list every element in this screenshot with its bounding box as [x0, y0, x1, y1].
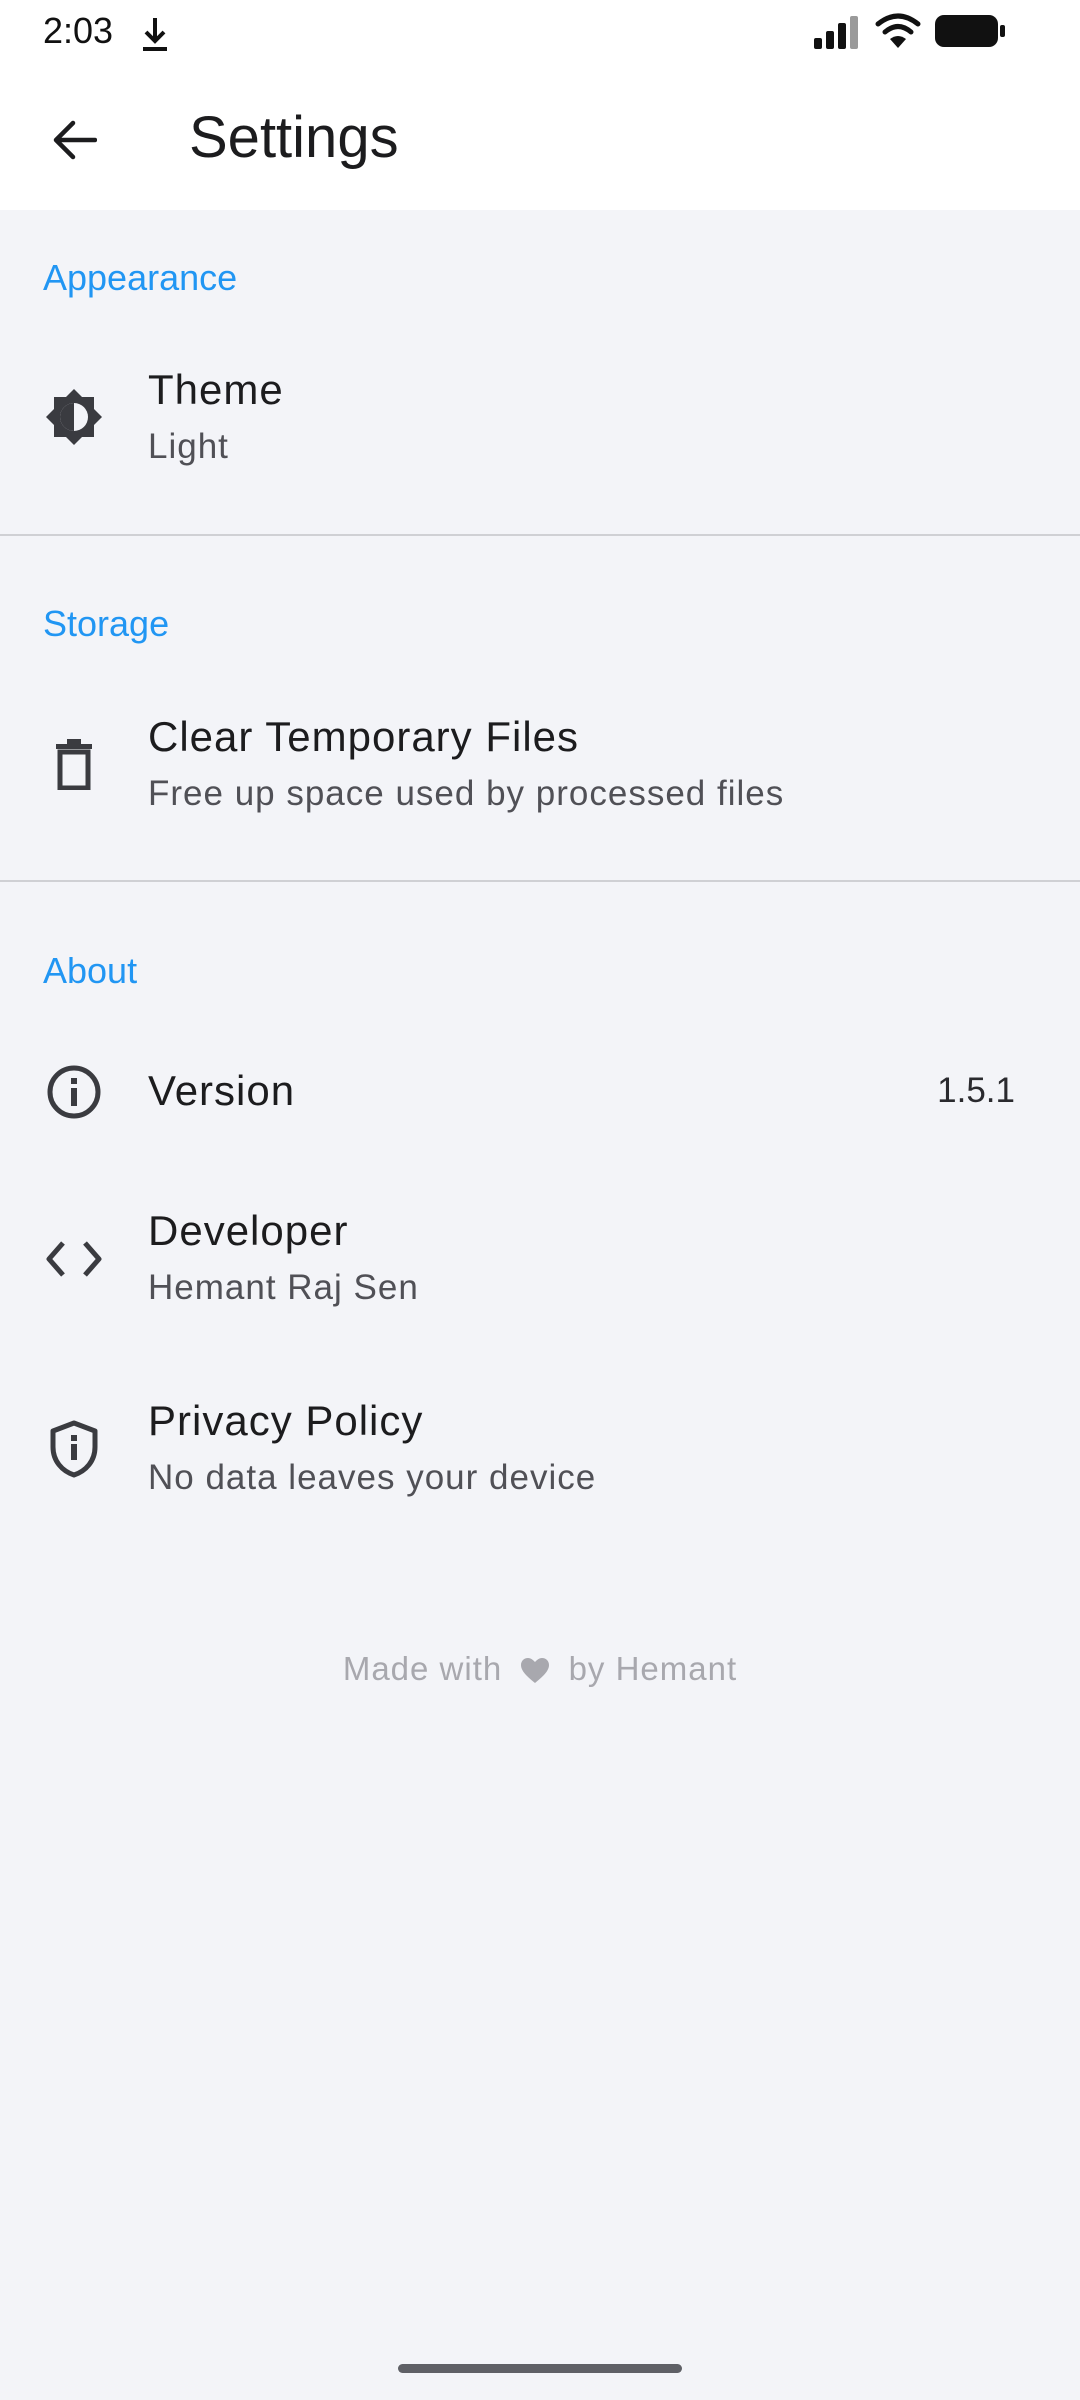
heart-icon [521, 1658, 550, 1684]
developer-title: Developer [148, 1207, 349, 1254]
developer-subtitle: Hemant Raj Sen [148, 1268, 419, 1307]
theme-subtitle: Light [148, 427, 229, 466]
footer-prefix: Made with [342, 1650, 503, 1687]
settings-item-theme[interactable]: Theme Light [0, 350, 1080, 490]
footer-credit: Made with by Hemant [0, 1650, 1080, 1688]
privacy-policy-title: Privacy Policy [148, 1397, 424, 1444]
status-bar: 2:03 [0, 0, 1080, 66]
download-icon [143, 18, 167, 51]
battery-icon [935, 15, 1005, 47]
settings-item-developer[interactable]: Developer Hemant Raj Sen [0, 1190, 1080, 1330]
version-title: Version [148, 1067, 296, 1114]
divider [0, 534, 1080, 536]
arrow-back-icon [53, 120, 97, 160]
version-value: 1.5.1 [937, 1071, 1015, 1110]
settings-item-version[interactable]: Version 1.5.1 [0, 1030, 1080, 1154]
info-icon [43, 1061, 105, 1123]
app-bar: Settings [0, 66, 1080, 210]
section-header-about: About [43, 950, 138, 991]
code-icon [43, 1228, 105, 1290]
theme-title: Theme [148, 366, 284, 413]
section-header-appearance: Appearance [43, 257, 238, 298]
wifi-icon [875, 13, 921, 48]
clear-temp-files-title: Clear Temporary Files [148, 713, 580, 760]
shield-icon [43, 1418, 105, 1480]
back-button[interactable] [36, 102, 112, 178]
divider [0, 880, 1080, 882]
home-indicator[interactable] [398, 2364, 682, 2373]
signal-icon [814, 16, 858, 49]
trash-icon [43, 733, 105, 795]
brightness-icon [43, 386, 105, 448]
page-title: Settings [189, 105, 399, 170]
settings-item-privacy-policy[interactable]: Privacy Policy No data leaves your devic… [0, 1380, 1080, 1520]
section-header-storage: Storage [43, 603, 170, 644]
status-time: 2:03 [43, 10, 114, 51]
footer-suffix: by Hemant [568, 1650, 738, 1687]
clear-temp-files-subtitle: Free up space used by processed files [148, 774, 785, 813]
settings-item-clear-temp-files[interactable]: Clear Temporary Files Free up space used… [0, 697, 1080, 837]
privacy-policy-subtitle: No data leaves your device [148, 1458, 597, 1497]
